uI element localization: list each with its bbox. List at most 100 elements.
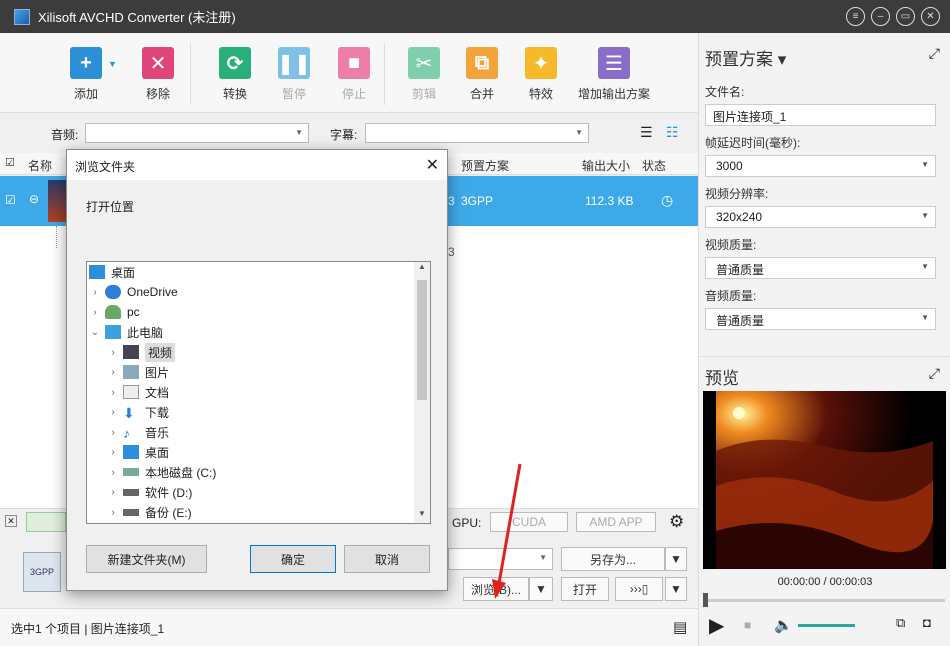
expand-preview-icon[interactable]: ⤢ [929, 365, 940, 382]
clip-button[interactable]: ✂ 剪辑 [408, 47, 440, 102]
tree-item[interactable]: › 桌面 [107, 442, 169, 462]
frame-delay-select[interactable]: 3000 [705, 155, 936, 177]
stop-icon: ■ [338, 47, 370, 79]
merge-button[interactable]: ⧉ 合并 [466, 47, 498, 102]
convert-button[interactable]: ⟳ 转换 [219, 47, 251, 102]
resolution-select[interactable]: 320x240 [705, 206, 936, 228]
select-all-checkbox[interactable]: ☑ [5, 156, 15, 169]
video-quality-select[interactable]: 普通质量 [705, 257, 936, 279]
stop-icon[interactable]: ■ [744, 618, 751, 632]
log-icon[interactable]: ▤ [673, 618, 687, 636]
plus-icon: + [70, 47, 102, 79]
toolbar: + 添加 ▼ ✕ 移除 ⟳ 转换 ❚❚ 暂停 ■ 停止 ✂ 剪辑 ⧉ 合并 ✦ 特效 ☰ 增加输出… [0, 33, 698, 113]
subtitle-select[interactable] [365, 123, 589, 143]
tree-item[interactable]: ⌄ 此电脑 [89, 322, 163, 342]
browse-dropdown[interactable]: ▼ [529, 577, 553, 601]
computer-icon [105, 325, 121, 339]
menu-button[interactable]: ≡ [846, 7, 865, 26]
refresh-icon: ⟳ [219, 47, 251, 79]
camera-icon[interactable]: ◘ [923, 615, 931, 630]
red-arrow-annotation [492, 463, 522, 599]
add-button[interactable]: + 添加 [70, 47, 102, 102]
remove-button[interactable]: ✕ 移除 [142, 47, 174, 102]
header-profile[interactable]: 预置方案 [461, 157, 509, 174]
save-as-dropdown[interactable]: ▼ [665, 547, 687, 571]
save-as-button[interactable]: 另存为... [561, 547, 665, 571]
chevron-down-icon[interactable]: ▼ [108, 59, 117, 69]
cancel-button[interactable]: 取消 [344, 545, 430, 573]
collapse-icon[interactable]: ⊖ [29, 192, 39, 206]
cpu-graph [26, 512, 66, 532]
detail-view-icon[interactable]: ☷ [666, 124, 679, 141]
cloud-icon [105, 285, 121, 299]
tree-item[interactable]: 桌面 [89, 262, 135, 282]
audio-select[interactable] [85, 123, 309, 143]
folder-tree[interactable]: 桌面 › OneDrive › pc ⌄ 此电脑 › 视频 › 图片 › 文档 › ⬇ 下载 ›… [86, 261, 431, 524]
transfer-dropdown[interactable]: ▼ [665, 577, 687, 601]
thumbnail [48, 180, 68, 222]
title-bar: Xilisoft AVCHD Converter (未注册) ≡ – ▭ ✕ [0, 0, 950, 33]
drive-icon [123, 488, 139, 496]
amd-app-button[interactable]: AMD APP [576, 512, 656, 532]
audio-quality-select[interactable]: 普通质量 [705, 308, 936, 330]
tree-item[interactable]: › 备份 (E:) [107, 502, 191, 522]
transfer-button[interactable]: ›››▯ [615, 577, 663, 601]
tree-item[interactable]: › pc [89, 302, 140, 322]
documents-icon [123, 385, 139, 399]
audio-label: 音频: [51, 128, 79, 142]
time-display: 00:00:00 / 00:00:03 [777, 576, 873, 588]
dialog-close-icon[interactable]: ✕ [426, 155, 439, 175]
tree-item[interactable]: › OneDrive [89, 282, 178, 302]
tree-item[interactable]: › 软件 (D:) [107, 482, 192, 502]
row-checkbox[interactable]: ☑ [5, 193, 16, 207]
volume-slider[interactable] [798, 624, 855, 627]
pause-button[interactable]: ❚❚ 暂停 [277, 47, 311, 102]
effect-button[interactable]: ✦ 特效 [525, 47, 557, 102]
minimize-button[interactable]: – [871, 7, 890, 26]
tree-item[interactable]: › ⬇ 下载 [107, 402, 169, 422]
seek-handle[interactable] [703, 593, 708, 607]
drive-icon [123, 508, 139, 516]
seek-bar[interactable] [705, 599, 945, 602]
tree-item[interactable]: › ♪ 音乐 [107, 422, 169, 442]
tree-item[interactable]: › 视频 [107, 342, 176, 362]
subtitle-label: 字幕: [330, 128, 358, 142]
ok-button[interactable]: 确定 [250, 545, 336, 573]
file-name-input[interactable]: 图片连接项_1 [705, 104, 936, 126]
play-icon[interactable]: ▶ [709, 613, 724, 638]
drive-icon [123, 468, 139, 476]
open-button[interactable]: 打开 [561, 577, 609, 601]
profile-badge: 3GPP [23, 552, 61, 592]
stop-button[interactable]: ■ 停止 [338, 47, 370, 102]
merge-icon: ⧉ [466, 47, 498, 79]
tree-item[interactable]: › 本地磁盘 (C:) [107, 462, 216, 482]
video-folder-icon [123, 345, 139, 359]
desktop-icon [123, 445, 139, 459]
magic-wand-icon: ✦ [525, 47, 557, 79]
user-icon [105, 305, 121, 319]
close-icon[interactable]: ✕ [5, 515, 17, 527]
status-text: 选中1 个项目 | 图片连接项_1 [11, 622, 165, 636]
profile-title[interactable]: 预置方案 ▾ [705, 45, 786, 70]
add-profile-button[interactable]: ☰ 增加输出方案 [578, 47, 650, 102]
header-size[interactable]: 输出大小 [582, 157, 630, 174]
app-icon [14, 8, 30, 25]
snapshot-icon[interactable]: ⧉ [896, 615, 905, 631]
tree-item[interactable]: › 图片 [107, 362, 169, 382]
window-title: Xilisoft AVCHD Converter (未注册) [38, 10, 236, 25]
header-name[interactable]: 名称 [28, 157, 52, 174]
maximize-button[interactable]: ▭ [896, 7, 915, 26]
gear-icon[interactable]: ⚙ [669, 512, 684, 532]
row-profile[interactable]: 3GPP [461, 194, 493, 208]
download-icon: ⬇ [123, 405, 135, 421]
volume-icon[interactable]: 🔈 [774, 616, 793, 634]
list-view-icon[interactable]: ☰ [640, 124, 653, 141]
expand-icon[interactable]: ⤢ [929, 45, 940, 62]
tree-scrollbar[interactable]: ▲ ▼ [414, 262, 430, 523]
header-status[interactable]: 状态 [642, 157, 666, 174]
tree-item[interactable]: › 文档 [107, 382, 169, 402]
close-button[interactable]: ✕ [921, 7, 940, 26]
new-folder-button[interactable]: 新建文件夹(M) [86, 545, 207, 573]
dialog-subtitle: 打开位置 [86, 200, 135, 214]
x-icon: ✕ [142, 47, 174, 79]
